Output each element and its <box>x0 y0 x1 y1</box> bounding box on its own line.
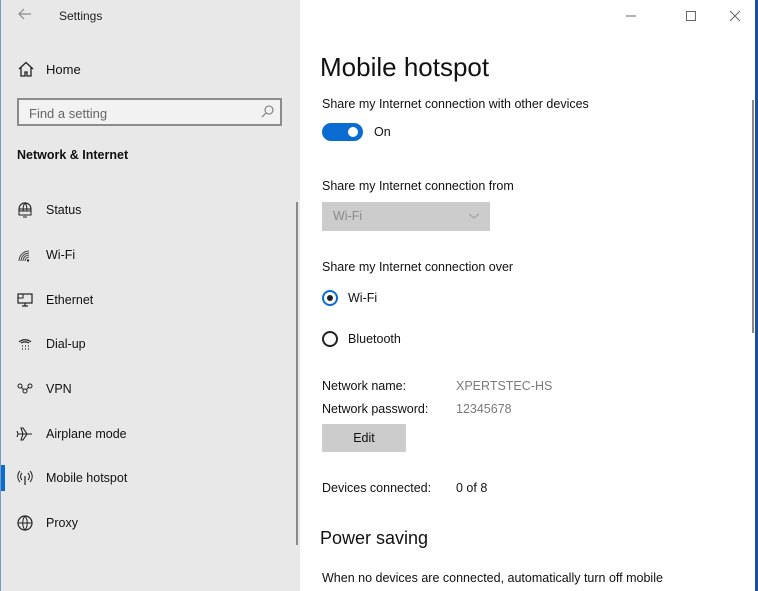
devices-connected-value: 0 of 8 <box>456 481 488 495</box>
share-toggle[interactable] <box>322 123 363 141</box>
sidebar-item-label: Ethernet <box>46 293 94 307</box>
settings-window: Settings Home Network & Internet Status … <box>0 0 755 591</box>
sidebar-item-proxy[interactable]: Proxy <box>1 505 291 541</box>
sidebar-scrollbar[interactable] <box>296 202 298 545</box>
edit-button[interactable]: Edit <box>322 424 406 452</box>
main-scrollbar[interactable] <box>752 100 754 333</box>
sidebar-item-label: Home <box>46 62 81 77</box>
sidebar-item-label: VPN <box>46 382 72 396</box>
back-button[interactable] <box>13 5 37 27</box>
maximize-button[interactable] <box>674 4 708 28</box>
share-from-dropdown[interactable]: Wi-Fi <box>322 202 490 231</box>
app-title: Settings <box>59 9 103 23</box>
globe-icon <box>17 515 33 531</box>
search-icon[interactable] <box>260 104 275 119</box>
minimize-button[interactable] <box>614 4 648 28</box>
radio-bluetooth[interactable]: Bluetooth <box>322 330 512 352</box>
sidebar-item-label: Mobile hotspot <box>46 471 128 485</box>
search-box[interactable] <box>17 98 282 126</box>
share-from-label: Share my Internet connection from <box>322 179 514 193</box>
toggle-state-label: On <box>374 125 391 139</box>
globe-monitor-icon <box>18 202 32 218</box>
vpn-icon <box>17 383 33 394</box>
network-name-value: XPERTSTEC-HS <box>456 379 553 393</box>
radio-label: Wi-Fi <box>348 291 378 305</box>
chevron-down-icon <box>468 213 480 219</box>
sidebar-item-label: Status <box>46 203 82 217</box>
search-input[interactable] <box>27 103 256 123</box>
power-saving-heading: Power saving <box>320 528 429 548</box>
sidebar-item-vpn[interactable]: VPN <box>1 371 291 407</box>
sidebar-item-status[interactable]: Status <box>1 192 291 228</box>
network-password-value: 12345678 <box>456 402 512 416</box>
sidebar-item-label: Proxy <box>46 516 78 530</box>
share-over-label: Share my Internet connection over <box>322 260 514 274</box>
toggle-knob <box>348 127 358 137</box>
selection-indicator <box>1 465 5 491</box>
title-bar: Settings <box>1 0 300 34</box>
sidebar-item-wifi[interactable]: Wi-Fi <box>1 237 291 273</box>
close-button[interactable] <box>718 4 752 28</box>
network-name-label: Network name: <box>322 379 407 393</box>
sidebar-item-home[interactable]: Home <box>1 56 291 84</box>
close-icon <box>729 10 741 22</box>
ethernet-icon <box>17 293 33 307</box>
section-title: Network & Internet <box>17 148 129 162</box>
sidebar-item-mobile-hotspot[interactable]: Mobile hotspot <box>1 460 291 496</box>
sidebar-item-label: Airplane mode <box>46 427 127 441</box>
radio-wifi[interactable]: Wi-Fi <box>322 289 512 311</box>
dropdown-value: Wi-Fi <box>333 209 363 223</box>
sidebar: Settings Home Network & Internet Status … <box>1 0 300 591</box>
sidebar-item-airplane[interactable]: Airplane mode <box>1 416 291 452</box>
back-arrow-icon <box>18 8 31 20</box>
power-saving-description: When no devices are connected, automatic… <box>322 571 663 585</box>
network-password-label: Network password: <box>322 402 429 416</box>
main-content: Mobile hotspot Share my Internet connect… <box>300 0 755 591</box>
minimize-icon <box>626 15 636 17</box>
phone-icon <box>18 339 32 350</box>
devices-connected-label: Devices connected: <box>322 481 432 495</box>
home-icon <box>18 61 34 77</box>
sidebar-item-ethernet[interactable]: Ethernet <box>1 282 291 318</box>
share-label: Share my Internet connection with other … <box>322 97 589 111</box>
radio-circle <box>322 331 338 347</box>
radio-label: Bluetooth <box>348 332 401 346</box>
sidebar-item-label: Dial-up <box>46 337 86 351</box>
wifi-icon <box>18 250 30 262</box>
sidebar-item-label: Wi-Fi <box>46 248 76 262</box>
radio-circle <box>322 290 338 306</box>
hotspot-icon <box>17 470 33 485</box>
airplane-icon <box>16 427 32 441</box>
page-title: Mobile hotspot <box>320 52 490 82</box>
sidebar-item-dialup[interactable]: Dial-up <box>1 326 291 362</box>
maximize-icon <box>686 11 696 21</box>
